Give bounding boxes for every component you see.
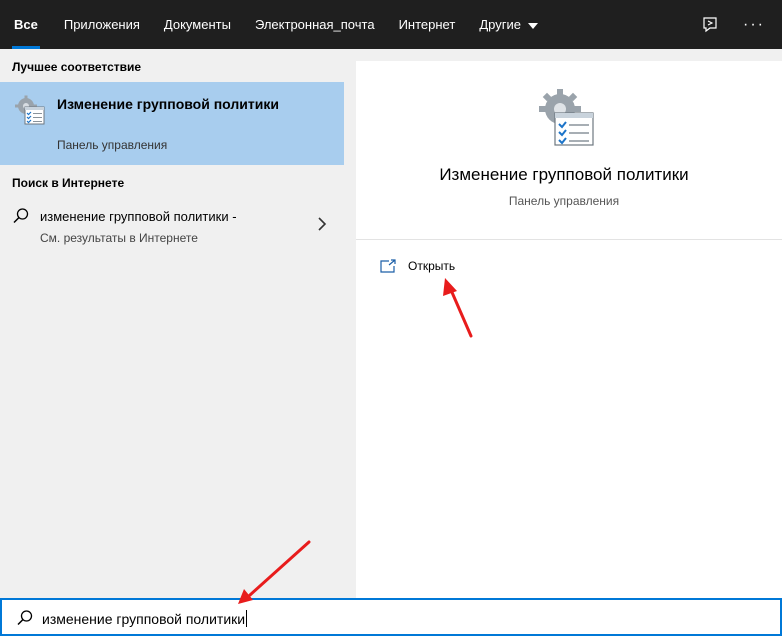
best-match-title: Изменение групповой политики (57, 96, 279, 112)
best-match-item[interactable]: Изменение групповой политики Панель упра… (0, 82, 344, 165)
search-input[interactable]: изменение групповой политики (42, 610, 248, 627)
web-search-title: изменение групповой политики - (40, 209, 237, 224)
web-search-header: Поиск в Интернете (12, 176, 125, 190)
search-icon (17, 610, 33, 626)
tab-internet[interactable]: Интернет (387, 0, 468, 49)
web-search-item[interactable]: изменение групповой политики - См. резул… (0, 199, 344, 259)
results-pane: Лучшее соответствие Изменение групповой … (0, 49, 344, 598)
feedback-button[interactable] (688, 0, 732, 49)
tab-documents[interactable]: Документы (152, 0, 243, 49)
preview-title: Изменение групповой политики (439, 165, 689, 184)
open-icon (380, 259, 396, 273)
more-options-icon: ··· (743, 15, 765, 33)
tab-label: Другие (479, 17, 521, 32)
tab-label: Электронная_почта (254, 17, 375, 32)
feedback-icon (703, 16, 717, 32)
open-label: Открыть (408, 259, 456, 273)
best-match-header: Лучшее соответствие (12, 60, 142, 74)
search-filter-bar: Все Приложения Документы Электронная_поч… (0, 0, 782, 49)
open-action[interactable]: Открыть (380, 259, 455, 273)
caret-down-icon (527, 22, 538, 29)
tab-other-dropdown[interactable]: Другие (467, 0, 550, 49)
search-icon (13, 208, 29, 224)
tab-label: Все (14, 17, 38, 32)
tab-label: Документы (163, 17, 231, 32)
web-search-subtitle: См. результаты в Интернете (40, 231, 198, 245)
more-options-button[interactable]: ··· (732, 0, 776, 49)
preview-subtitle: Панель управления (508, 194, 620, 208)
text-cursor (246, 610, 248, 627)
search-input-value: изменение групповой политики (42, 611, 246, 627)
best-match-subtitle: Панель управления (57, 138, 168, 152)
tab-email[interactable]: Электронная_почта (243, 0, 387, 49)
tab-label: Интернет (398, 17, 456, 32)
preview-pane: Изменение групповой политики Панель упра… (356, 61, 782, 598)
chevron-right-icon[interactable] (316, 217, 328, 231)
tab-label: Приложения (63, 17, 140, 32)
tab-apps[interactable]: Приложения (52, 0, 152, 49)
group-policy-icon (15, 95, 45, 125)
divider (356, 239, 782, 240)
group-policy-icon (539, 89, 594, 146)
search-box[interactable]: изменение групповой политики (0, 598, 782, 636)
tab-all[interactable]: Все (0, 0, 52, 49)
